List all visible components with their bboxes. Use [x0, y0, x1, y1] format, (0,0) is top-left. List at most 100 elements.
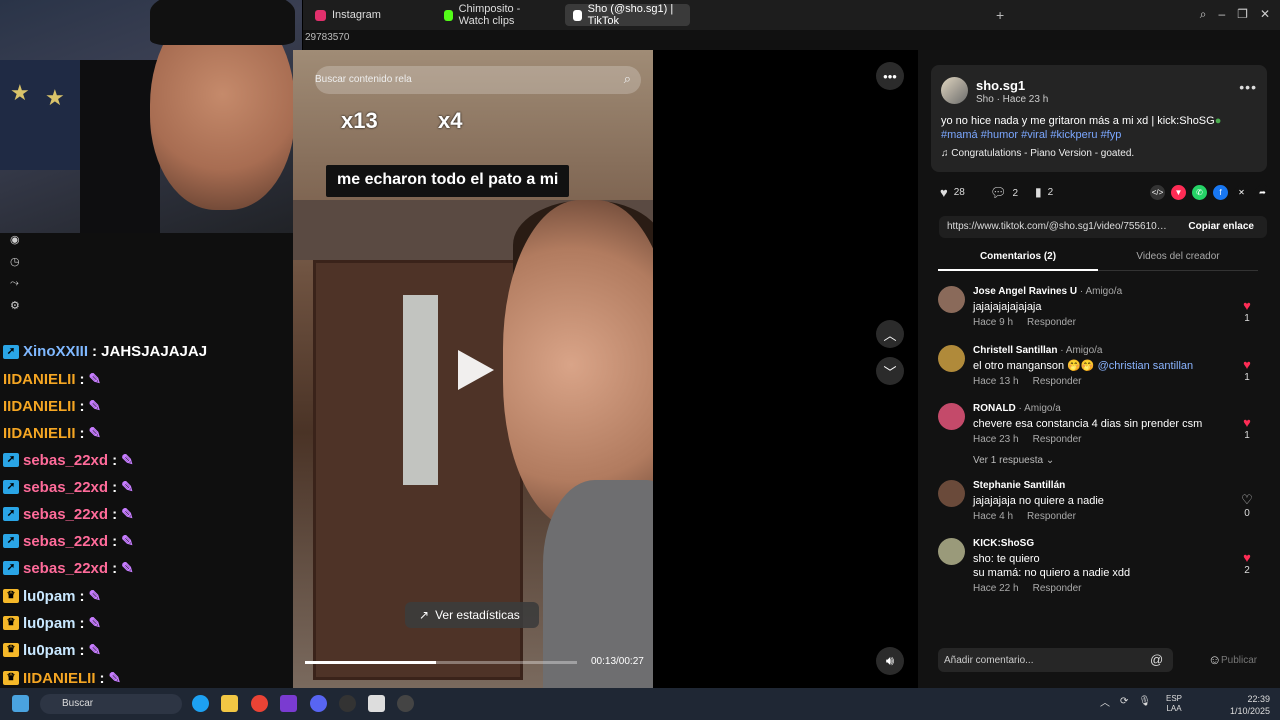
emote-icon[interactable]: ◉	[10, 233, 20, 246]
comment-like-button[interactable]: ♥ 1	[1240, 357, 1254, 383]
new-tab-icon[interactable]: +	[996, 7, 1004, 23]
taskbar-clock[interactable]: 22:39 1/10/2025	[1226, 693, 1270, 717]
chat-username[interactable]: IIDANIELII	[23, 670, 96, 687]
arrow-icon[interactable]: ⤳	[10, 277, 20, 290]
chat-username[interactable]: sebas_22xd	[23, 533, 108, 550]
commenter-name[interactable]: Jose Angel Ravines U · Amigo/a	[973, 286, 1122, 297]
chrome-icon[interactable]	[251, 695, 268, 712]
commenter-name[interactable]: Stephanie Santillán	[973, 480, 1065, 491]
author-avatar[interactable]	[941, 77, 968, 104]
view-stats-button[interactable]: ↗ Ver estadísticas	[405, 602, 539, 628]
commenter-name[interactable]: KICK:ShoSG	[973, 538, 1034, 549]
sync-icon[interactable]: ⟳	[1120, 696, 1128, 707]
chat-username[interactable]: sebas_22xd	[23, 560, 108, 577]
clock-icon[interactable]: ◷	[10, 255, 20, 268]
reply-button[interactable]: Responder	[1033, 376, 1082, 387]
chat-username[interactable]: XinoXXIII	[23, 343, 88, 360]
embed-icon[interactable]: </>	[1150, 185, 1165, 200]
chat-username[interactable]: IIDANIELII	[3, 398, 76, 415]
post-link[interactable]: https://www.tiktok.com/@sho.sg1/video/75…	[947, 221, 1171, 232]
view-replies-button[interactable]: Ver 1 respuesta ⌄	[973, 455, 1054, 466]
tab-tiktok[interactable]: Sho (@sho.sg1) | TikTok	[565, 3, 690, 27]
emoji-icon[interactable]: ☺	[1208, 652, 1221, 667]
next-video-button[interactable]: ﹀	[876, 357, 904, 385]
search-icon[interactable]: ⌕	[1200, 7, 1207, 22]
chevron-up-icon[interactable]: ︿	[1100, 694, 1110, 709]
chat-username[interactable]: sebas_22xd	[23, 452, 108, 469]
reply-button[interactable]: Responder	[1033, 434, 1082, 445]
chat-username[interactable]: IIDANIELII	[3, 371, 76, 388]
media-icon[interactable]	[397, 695, 414, 712]
chat-username[interactable]: lu0pam	[23, 642, 76, 659]
url-fragment[interactable]: 29783570	[305, 32, 350, 43]
video-player[interactable]: Buscar contenido rela ⌕ x13 x4 me echaro…	[293, 50, 653, 688]
commenter-name[interactable]: RONALD · Amigo/a	[973, 403, 1061, 414]
save-button[interactable]: ▮ 2	[1035, 185, 1053, 199]
reply-button[interactable]: Responder	[1027, 317, 1076, 328]
folder-icon[interactable]	[221, 695, 238, 712]
video-caption: me echaron todo el pato a mi	[326, 165, 570, 197]
facebook-icon[interactable]: f	[1213, 185, 1228, 200]
comment-text: jajajajaja no quiere a nadie	[973, 494, 1104, 508]
commenter-avatar[interactable]	[938, 538, 965, 565]
emote-icon: ✎	[88, 615, 102, 632]
post-more-icon[interactable]: •••	[1239, 79, 1257, 95]
commenter-avatar[interactable]	[938, 403, 965, 430]
copy-link-button[interactable]: Copiar enlace	[1188, 221, 1254, 232]
commenter-avatar[interactable]	[938, 345, 965, 372]
chat-username[interactable]: sebas_22xd	[23, 506, 108, 523]
close-icon[interactable]: ✕	[1260, 7, 1270, 22]
commenter-name[interactable]: Christell Santillan · Amigo/a	[973, 345, 1103, 356]
previous-video-button[interactable]: ︿	[876, 320, 904, 348]
browser-icon[interactable]	[280, 695, 297, 712]
add-comment-input[interactable]: Añadir comentario... @ ☺	[938, 648, 1221, 672]
music-info[interactable]: ♫ Congratulations - Piano Version - goat…	[941, 148, 1134, 159]
video-progress-bar[interactable]	[305, 661, 577, 664]
start-icon[interactable]	[12, 695, 29, 712]
commenter-avatar[interactable]	[938, 480, 965, 507]
chat-username[interactable]: lu0pam	[23, 615, 76, 632]
author-name[interactable]: sho.sg1	[976, 78, 1025, 93]
maximize-icon[interactable]: ❐	[1237, 7, 1248, 22]
chat-username[interactable]: lu0pam	[23, 588, 76, 605]
search-icon[interactable]: ⌕	[624, 71, 631, 87]
comment-like-button[interactable]: ♡ 0	[1240, 492, 1254, 519]
play-icon[interactable]	[458, 350, 494, 390]
settings-icon[interactable]: ⚙	[10, 299, 20, 312]
x-icon[interactable]: ✕	[1234, 185, 1249, 200]
send-icon[interactable]: ▼	[1171, 185, 1186, 200]
mic-icon[interactable]: 🎙︎	[1138, 696, 1151, 707]
volume-button[interactable]: 🔊︎	[876, 647, 904, 675]
taskbar-search[interactable]: Buscar	[40, 694, 182, 714]
commenter-avatar[interactable]	[938, 286, 965, 313]
comment-like-button[interactable]: ♥ 1	[1240, 298, 1254, 324]
video-search-input[interactable]: Buscar contenido rela ⌕	[315, 66, 641, 94]
tab-creator-videos[interactable]: Videos del creador	[1098, 251, 1258, 262]
tab-kick[interactable]: Chimposito - Watch clips	[436, 3, 561, 27]
window-icon[interactable]	[368, 695, 385, 712]
comment-like-button[interactable]: ♥ 1	[1240, 415, 1254, 441]
reply-button[interactable]: Responder	[1033, 583, 1082, 594]
comment-mention[interactable]: @christian santillan	[1098, 360, 1194, 372]
reply-button[interactable]: Responder	[1027, 511, 1076, 522]
like-button[interactable]: ♥ 28	[940, 185, 965, 200]
chat-username[interactable]: IIDANIELII	[3, 425, 76, 442]
minimize-icon[interactable]: –	[1218, 7, 1225, 22]
more-options-button[interactable]: •••	[876, 62, 904, 90]
discord-icon[interactable]	[310, 695, 327, 712]
comment-like-button[interactable]: ♥ 2	[1240, 550, 1254, 576]
comment-icon: 💬︎	[990, 185, 1007, 200]
edge-icon[interactable]	[192, 695, 209, 712]
chat-username[interactable]: sebas_22xd	[23, 479, 108, 496]
hashtags[interactable]: #mamá #humor #viral #kickperu #fyp	[941, 129, 1121, 141]
publish-button[interactable]: Publicar	[1221, 655, 1257, 666]
tab-instagram[interactable]: Instagram	[307, 4, 432, 26]
language-indicator[interactable]: ESP LAA	[1166, 694, 1182, 714]
tab-comments[interactable]: Comentarios (2)	[938, 251, 1098, 262]
comment-text: jajajajajajajaja	[973, 300, 1042, 314]
comment-button[interactable]: 💬︎ 2	[990, 185, 1018, 201]
mention-icon[interactable]: @	[1150, 652, 1163, 667]
obs-icon[interactable]	[339, 695, 356, 712]
share-arrow-icon[interactable]: ➦	[1255, 185, 1270, 200]
whatsapp-icon[interactable]: ✆	[1192, 185, 1207, 200]
